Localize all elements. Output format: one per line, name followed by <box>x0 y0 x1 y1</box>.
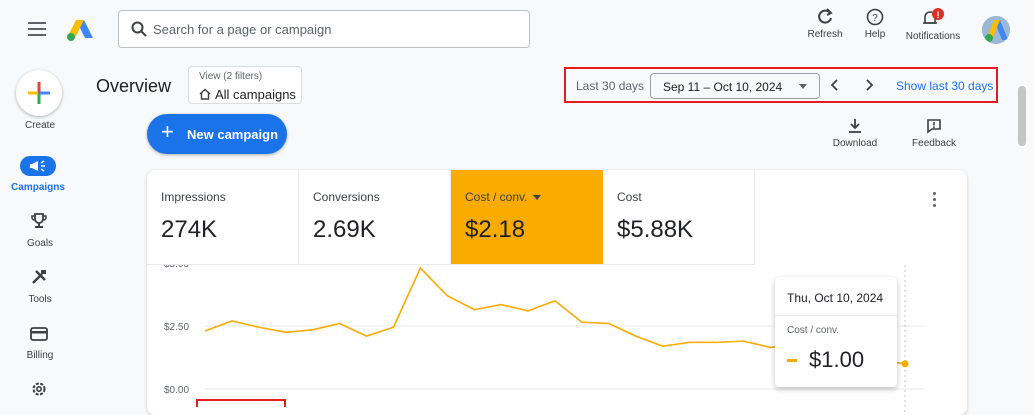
main-content: Overview View (2 filters) All campaigns … <box>90 62 1008 405</box>
nav-item-campaigns[interactable] <box>20 156 56 176</box>
feedback-button[interactable]: Feedback <box>908 118 960 149</box>
avatar[interactable] <box>982 16 1010 44</box>
notification-badge: ! <box>937 10 940 20</box>
account-logo-icon <box>982 16 1010 44</box>
google-ads-logo[interactable] <box>66 16 94 44</box>
tooltip-value: $1.00 <box>809 347 864 373</box>
view-filter-label: View (2 filters) <box>199 71 262 82</box>
trophy-icon[interactable] <box>30 212 48 230</box>
metric-value: $5.88K <box>617 216 693 244</box>
search-input[interactable]: Search for a page or campaign <box>118 10 530 48</box>
left-nav: Create Campaigns Goals Tools Billing <box>0 62 80 405</box>
metric-label: Conversions <box>313 190 380 204</box>
plus-icon <box>16 70 62 116</box>
menu-icon[interactable] <box>28 22 46 36</box>
highlight-box <box>196 399 286 407</box>
chevron-down-icon <box>533 195 541 200</box>
bell-icon: ! <box>920 8 946 28</box>
metric-label: Cost / conv. <box>465 190 527 204</box>
metric-cost[interactable]: Cost $5.88K <box>603 170 755 265</box>
performance-card: Impressions 274K Conversions 2.69K Cost … <box>147 170 967 415</box>
nav-label-tools[interactable]: Tools <box>0 294 80 305</box>
nav-label-goals[interactable]: Goals <box>0 238 80 249</box>
view-filter[interactable]: View (2 filters) All campaigns <box>188 66 302 104</box>
metric-label: Cost <box>617 190 642 204</box>
y-tick-label: $0.00 <box>164 385 189 396</box>
scrollbar[interactable] <box>1018 86 1026 146</box>
refresh-button[interactable]: Refresh <box>805 8 845 40</box>
new-campaign-button[interactable]: + New campaign <box>147 114 287 154</box>
chevron-down-icon <box>799 84 807 89</box>
help-icon: ? <box>866 8 884 26</box>
search-icon <box>131 21 147 37</box>
nav-label-create: Create <box>0 120 80 131</box>
metric-label: Impressions <box>161 190 226 204</box>
refresh-icon <box>816 8 834 26</box>
y-tick-label: $5.00 <box>164 265 189 270</box>
metric-conversions[interactable]: Conversions 2.69K <box>299 170 451 265</box>
megaphone-icon <box>20 156 56 176</box>
view-filter-value: All campaigns <box>215 87 296 102</box>
download-icon <box>847 118 863 134</box>
nav-label-billing[interactable]: Billing <box>0 350 80 361</box>
date-range-bar: Last 30 days Sep 11 – Oct 10, 2024 Show … <box>564 67 998 103</box>
tools-icon[interactable] <box>30 268 48 286</box>
tooltip-divider <box>775 315 897 316</box>
tooltip-metric: Cost / conv. <box>787 325 839 336</box>
show-last-30-days-link[interactable]: Show last 30 days <box>896 79 993 93</box>
date-preset-label: Last 30 days <box>576 79 644 93</box>
chevron-right-icon[interactable] <box>862 78 876 92</box>
search-placeholder: Search for a page or campaign <box>153 22 332 37</box>
metric-value: $2.18 <box>465 216 525 244</box>
feedback-icon <box>926 118 942 134</box>
svg-text:?: ? <box>872 13 878 24</box>
feedback-label: Feedback <box>912 138 956 149</box>
date-range-text: Sep 11 – Oct 10, 2024 <box>663 80 782 94</box>
tooltip-date: Thu, Oct 10, 2024 <box>787 291 883 305</box>
metric-value: 274K <box>161 216 217 244</box>
chart-tooltip: Thu, Oct 10, 2024 Cost / conv. $1.00 <box>775 277 897 387</box>
metric-impressions[interactable]: Impressions 274K <box>147 170 299 265</box>
create-button[interactable] <box>16 70 62 116</box>
credit-card-icon[interactable] <box>30 326 48 342</box>
more-options-icon[interactable] <box>933 192 936 210</box>
metric-cost-per-conv[interactable]: Cost / conv. $2.18 <box>451 170 603 265</box>
new-campaign-label: New campaign <box>187 127 278 142</box>
notifications-button[interactable]: ! Notifications <box>900 8 966 42</box>
help-label: Help <box>865 29 886 40</box>
top-bar: Search for a page or campaign Refresh ? … <box>0 0 1034 62</box>
y-tick-label: $2.50 <box>164 322 189 333</box>
download-button[interactable]: Download <box>828 118 882 149</box>
plus-icon: + <box>161 121 174 143</box>
data-point[interactable] <box>902 360 909 367</box>
help-button[interactable]: ? Help <box>860 8 890 40</box>
notifications-label: Notifications <box>906 31 960 42</box>
gear-icon[interactable] <box>30 380 48 398</box>
nav-label-campaigns[interactable]: Campaigns <box>0 182 78 193</box>
download-label: Download <box>833 138 877 149</box>
refresh-label: Refresh <box>807 29 842 40</box>
chevron-left-icon[interactable] <box>828 78 842 92</box>
metric-value: 2.69K <box>313 216 376 244</box>
page-title: Overview <box>96 76 171 97</box>
date-range-select[interactable]: Sep 11 – Oct 10, 2024 <box>650 73 820 99</box>
series-legend-swatch <box>787 359 797 362</box>
home-icon <box>199 88 211 100</box>
